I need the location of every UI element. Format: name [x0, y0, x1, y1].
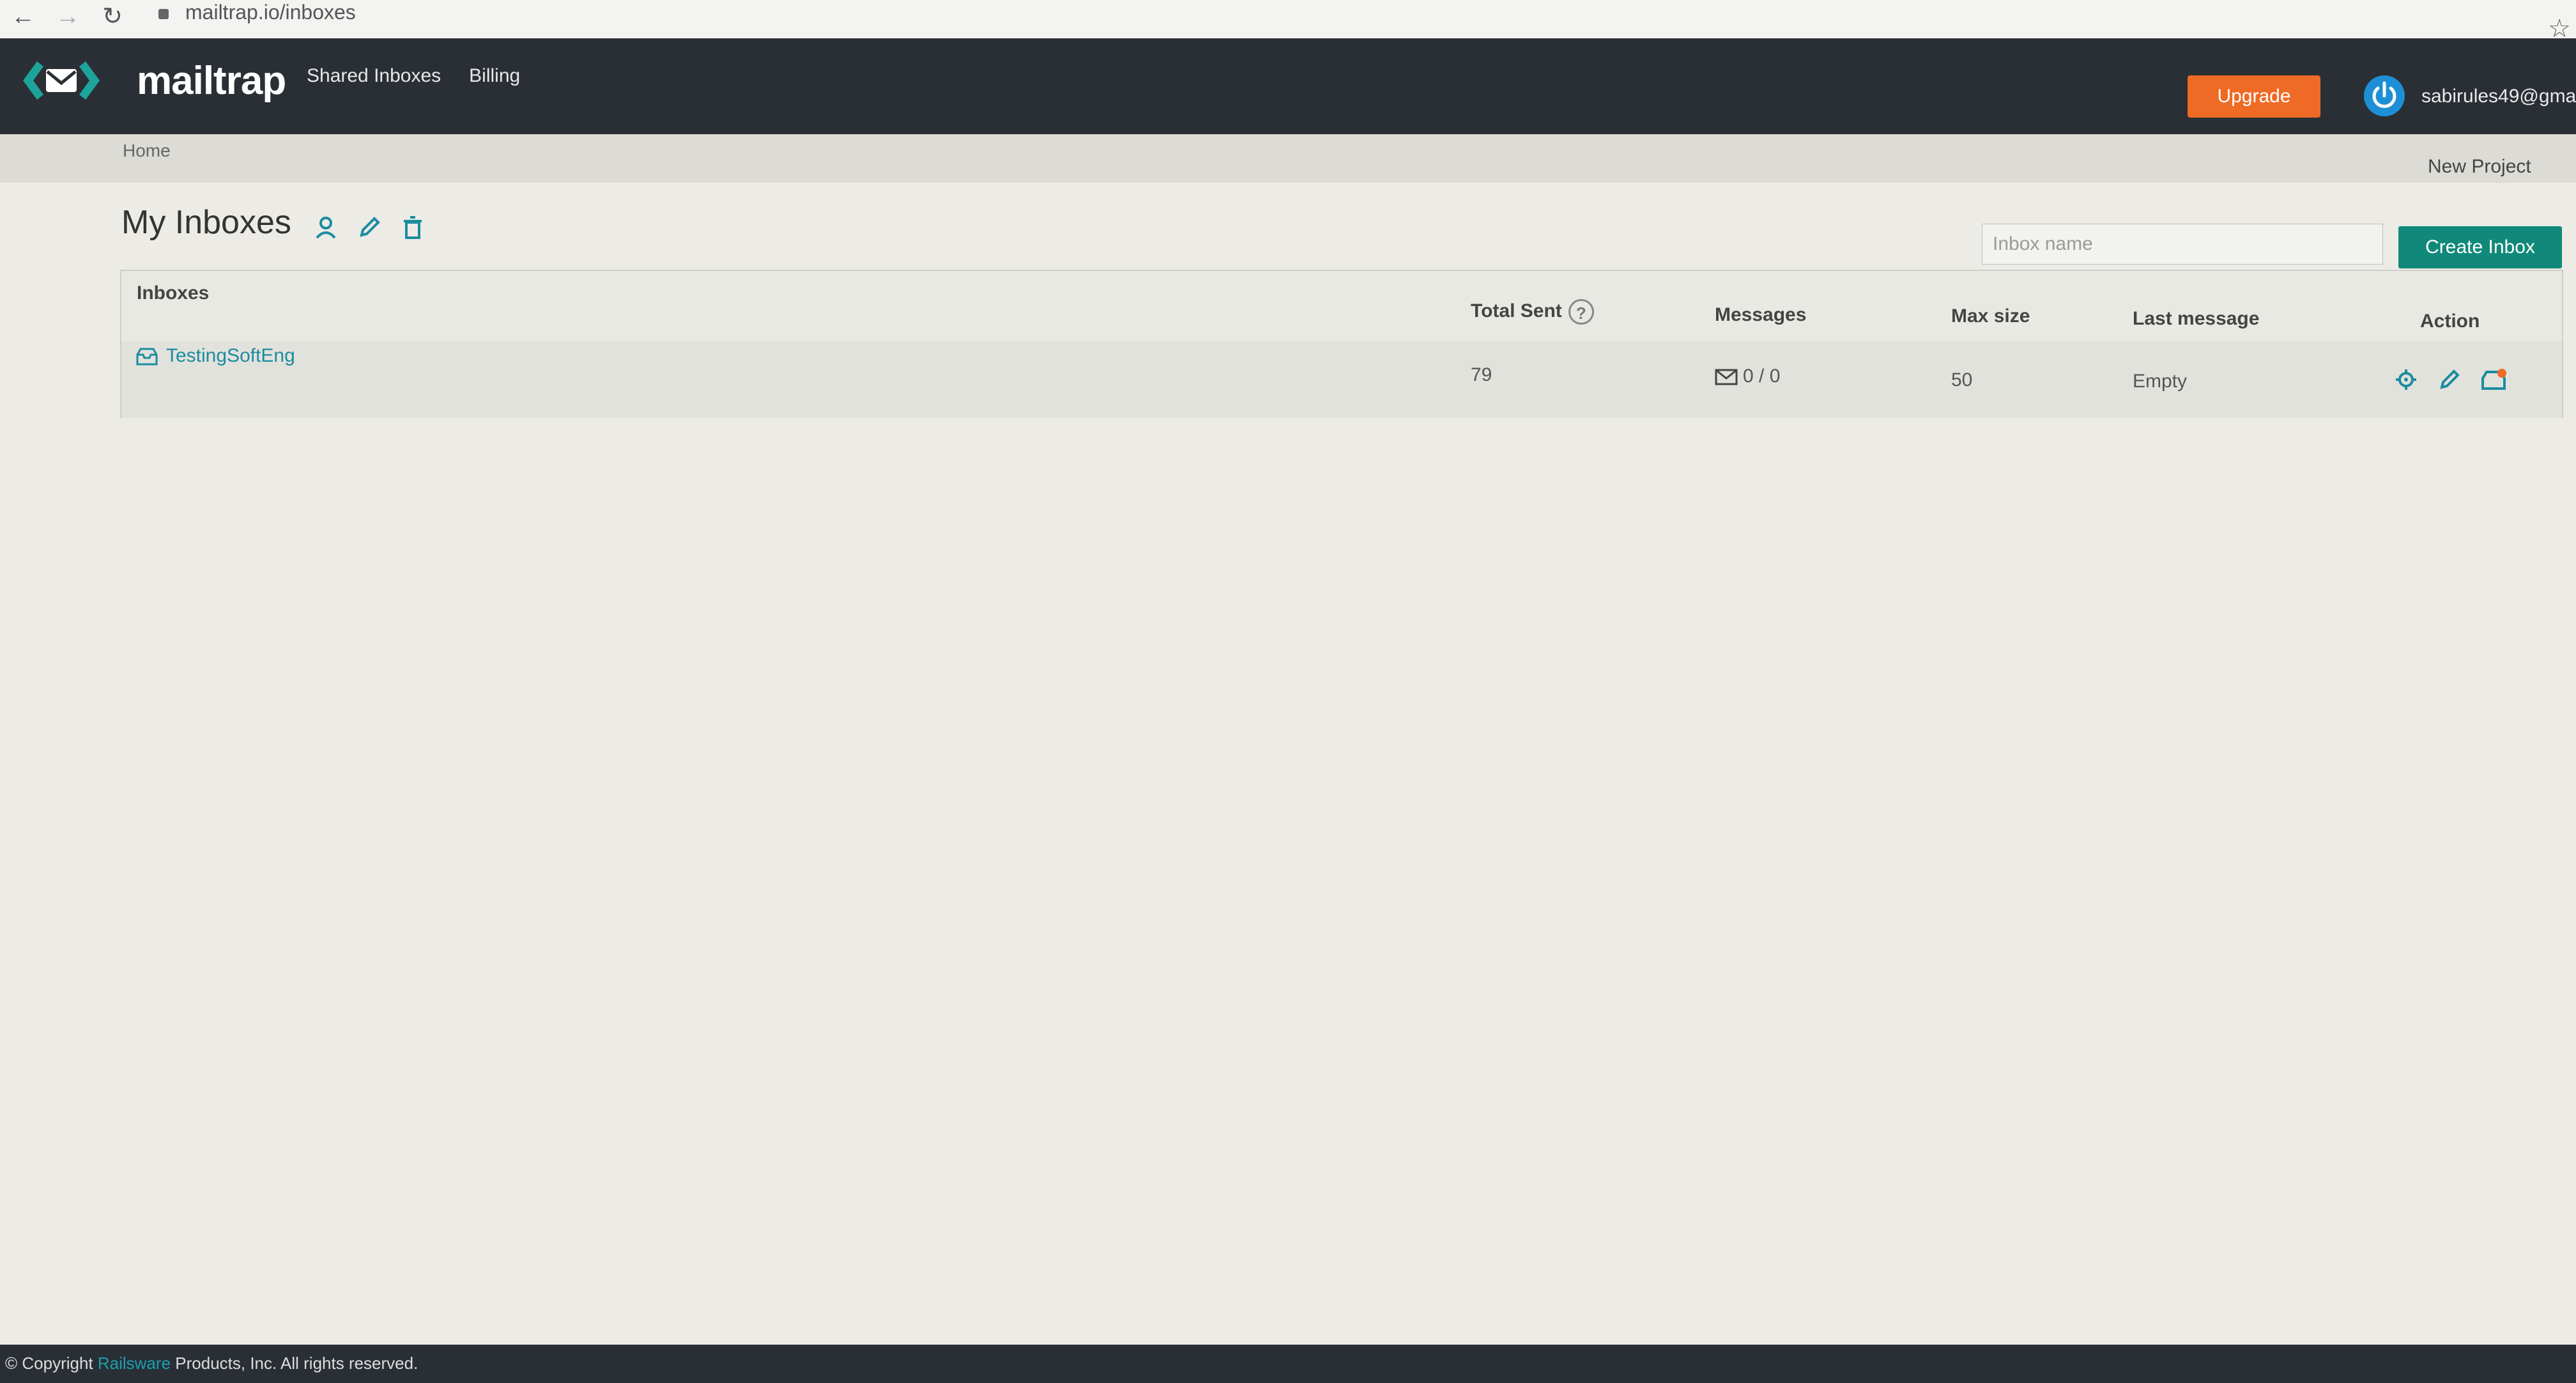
create-inbox-button[interactable]: Create Inbox	[2398, 226, 2562, 268]
power-symbol-icon	[2372, 81, 2396, 108]
nav-billing[interactable]: Billing	[469, 65, 520, 87]
clear-inbox-icon[interactable]	[2480, 367, 2508, 398]
logo-text: mailtrap	[137, 58, 286, 103]
header-inboxes: Inboxes	[137, 282, 210, 304]
copyright-suffix: Products, Inc. All rights reserved.	[171, 1354, 418, 1373]
header-last-message: Last message	[2133, 308, 2260, 329]
upgrade-button[interactable]: Upgrade	[2188, 75, 2320, 118]
messages-cell: 0 / 0	[1715, 366, 1780, 387]
envelope-icon	[1715, 369, 1738, 385]
lock-icon	[158, 8, 169, 19]
mailtrap-logo-icon	[23, 61, 100, 100]
railsware-link[interactable]: Railsware	[98, 1354, 171, 1373]
new-project-link[interactable]: New Project	[2428, 156, 2531, 178]
nav-shared-inboxes[interactable]: Shared Inboxes	[307, 65, 441, 87]
help-icon[interactable]: ?	[1568, 299, 1594, 325]
row-actions	[2393, 367, 2508, 398]
inboxes-table: Inboxes Total Sent? Messages Max size La…	[120, 270, 2563, 418]
table-row[interactable]: TestingSoftEng 79 0 / 0 50 Empty	[121, 341, 2562, 418]
inbox-name-link[interactable]: TestingSoftEng	[166, 345, 295, 366]
address-bar[interactable]: mailtrap.io/inboxes	[158, 1, 356, 31]
header-messages: Messages	[1715, 304, 1807, 325]
last-message-value: Empty	[2133, 371, 2188, 392]
header-action: Action	[2420, 311, 2480, 332]
inbox-name-cell[interactable]: TestingSoftEng	[135, 345, 295, 367]
copyright-prefix: © Copyright	[5, 1354, 98, 1373]
trash-icon[interactable]	[399, 213, 427, 242]
mailtrap-logo[interactable]: mailtrap	[18, 50, 286, 111]
settings-gear-icon[interactable]	[2393, 367, 2419, 398]
top-nav: Shared Inboxes Billing	[307, 65, 520, 87]
reload-icon[interactable]: ↻	[100, 4, 125, 29]
forward-arrow-icon[interactable]: →	[55, 4, 80, 29]
power-icon[interactable]	[2364, 75, 2405, 116]
browser-toolbar: ← → ↻ mailtrap.io/inboxes ☆	[0, 0, 2576, 43]
copyright-text: © Copyright Railsware Products, Inc. All…	[5, 1354, 418, 1373]
breadcrumb-home[interactable]: Home	[123, 141, 171, 161]
user-icon[interactable]	[312, 213, 340, 242]
back-arrow-icon[interactable]: ←	[10, 4, 36, 29]
project-actions	[312, 213, 427, 242]
messages-count: 0 / 0	[1743, 366, 1781, 387]
total-sent-value: 79	[1471, 364, 1492, 385]
inbox-name-input[interactable]	[1982, 224, 2383, 265]
row-edit-pencil-icon[interactable]	[2437, 367, 2462, 398]
user-email[interactable]: sabirules49@gmai	[2421, 86, 2576, 107]
footer: © Copyright Railsware Products, Inc. All…	[0, 1345, 2576, 1383]
max-size-value: 50	[1951, 369, 1973, 390]
header-total-sent: Total Sent?	[1471, 299, 1594, 325]
table-header: Inboxes Total Sent? Messages Max size La…	[121, 271, 2562, 343]
edit-pencil-icon[interactable]	[355, 213, 383, 242]
inbox-tray-icon	[136, 348, 158, 366]
header-total-sent-label: Total Sent	[1471, 300, 1562, 321]
breadcrumb-bar: Home New Project	[0, 134, 2576, 183]
page-title: My Inboxes	[121, 204, 291, 241]
address-bar-url: mailtrap.io/inboxes	[185, 1, 356, 24]
app-header: mailtrap Shared Inboxes Billing Upgrade …	[0, 38, 2576, 134]
header-max-size: Max size	[1951, 305, 2030, 327]
